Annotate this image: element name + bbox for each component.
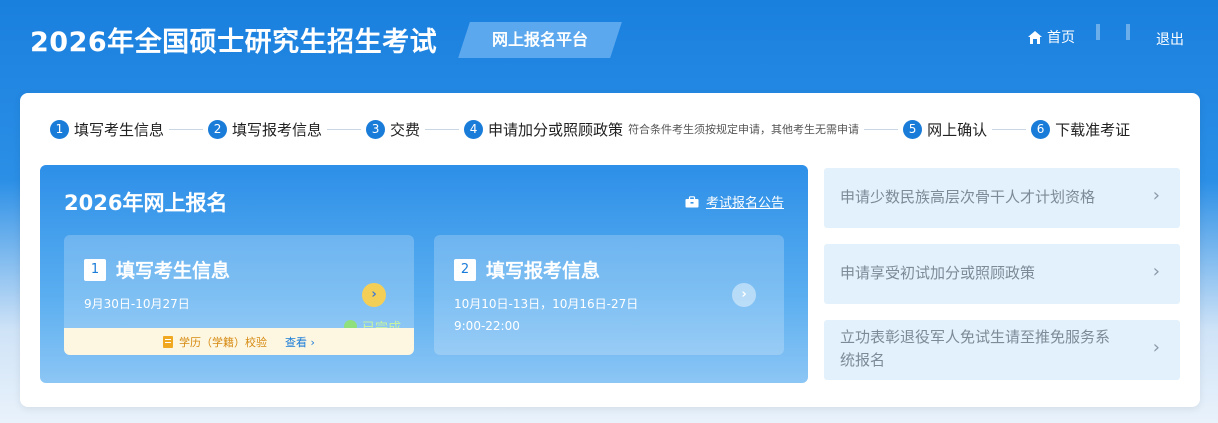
nav-divider xyxy=(1096,24,1100,40)
home-link-label: 首页 xyxy=(1047,30,1075,46)
home-icon xyxy=(1028,30,1042,44)
step-label: 填写考生信息 xyxy=(74,120,165,139)
card-dates: 9月30日-10月27日 xyxy=(84,297,190,311)
chevron-right-icon[interactable]: › xyxy=(732,283,756,307)
notice-link[interactable]: 考试报名公告 xyxy=(685,192,784,211)
registration-panel: 2026年网上报名 考试报名公告 1 填写考生信息 9月30日-10月27日 ›… xyxy=(40,165,808,383)
step-label: 填写报考信息 xyxy=(232,120,323,139)
progress-steps: 1 填写考生信息 2 填写报考信息 3 交费 4 申请加分或照顾政策 符合条件考… xyxy=(50,119,1130,139)
step-4: 4 申请加分或照顾政策 符合条件考生须按规定申请，其他考生无需申请 xyxy=(464,119,859,140)
document-icon xyxy=(163,335,174,348)
education-check-bar: 学历（学籍）校验 查看 › xyxy=(64,328,414,355)
step-3: 3 交费 xyxy=(366,119,420,140)
card-dates: 10月10日-13日，10月16日-27日 9:00-22:00 xyxy=(454,293,638,337)
step-number: 5 xyxy=(903,119,923,139)
side-item-bonus-policy[interactable]: 申请享受初试加分或照顾政策 › xyxy=(824,244,1180,304)
step-1: 1 填写考生信息 xyxy=(50,119,164,140)
side-item-veteran-exemption[interactable]: 立功表彰退役军人免试生请至推免服务系 统报名 › xyxy=(824,320,1180,380)
step-label: 下载准考证 xyxy=(1055,120,1131,139)
notice-link-label: 考试报名公告 xyxy=(705,196,784,211)
chevron-right-icon[interactable]: › xyxy=(362,283,386,307)
card-title: 填写报考信息 xyxy=(486,260,601,282)
side-item-label: 申请享受初试加分或照顾政策 xyxy=(840,264,1036,282)
step-label: 交费 xyxy=(390,120,421,139)
step-5: 5 网上确认 xyxy=(903,119,987,140)
chevron-right-icon: › xyxy=(1152,337,1160,358)
main-card: 1 填写考生信息 2 填写报考信息 3 交费 4 申请加分或照顾政策 符合条件考… xyxy=(20,93,1200,407)
side-item-label-line: 统报名 xyxy=(840,351,886,369)
step-label: 申请加分或照顾政策 xyxy=(488,120,624,139)
step-number: 4 xyxy=(464,119,484,139)
top-header: 2026年全国硕士研究生招生考试 网上报名平台 首页 退出 xyxy=(0,0,1218,80)
step-connector xyxy=(327,128,362,130)
platform-tag: 网上报名平台 xyxy=(458,22,622,58)
step-number: 6 xyxy=(1031,119,1051,139)
step-6: 6 下载准考证 xyxy=(1031,119,1130,140)
view-link[interactable]: 查看 › xyxy=(285,334,315,350)
step-connector xyxy=(425,128,460,130)
nav-divider xyxy=(1126,24,1130,40)
step-number: 2 xyxy=(208,119,228,139)
card-time-range: 9:00-22:00 xyxy=(454,319,520,333)
card-number: 2 xyxy=(454,259,476,281)
site-title: 2026年全国硕士研究生招生考试 xyxy=(30,27,438,58)
step-number: 1 xyxy=(50,119,69,139)
view-link-label: 查看 xyxy=(285,335,308,349)
card-date-range: 10月10日-13日，10月16日-27日 xyxy=(454,297,639,311)
step-connector xyxy=(864,128,899,130)
step-connector xyxy=(169,128,204,130)
card-title: 填写考生信息 xyxy=(116,260,231,282)
chevron-right-icon: › xyxy=(1152,185,1160,206)
side-item-minority-talent[interactable]: 申请少数民族高层次骨干人才计划资格 › xyxy=(824,168,1180,228)
briefcase-icon xyxy=(685,195,699,207)
side-item-label-line: 立功表彰退役军人免试生请至推免服务系 xyxy=(840,328,1111,346)
logout-link[interactable]: 退出 xyxy=(1156,29,1184,49)
side-item-label: 立功表彰退役军人免试生请至推免服务系 统报名 xyxy=(840,326,1110,372)
card-number: 1 xyxy=(84,259,106,281)
step-connector xyxy=(992,128,1027,130)
step-number: 3 xyxy=(366,119,386,139)
step-card-application-info[interactable]: 2 填写报考信息 10月10日-13日，10月16日-27日 9:00-22:0… xyxy=(434,235,784,355)
step-2: 2 填写报考信息 xyxy=(208,119,322,140)
chevron-right-icon: › xyxy=(1152,261,1160,282)
step-note: 符合条件考生须按规定申请，其他考生无需申请 xyxy=(628,123,860,136)
side-item-label: 申请少数民族高层次骨干人才计划资格 xyxy=(840,188,1096,206)
panel-title: 2026年网上报名 xyxy=(64,191,228,215)
home-link[interactable]: 首页 xyxy=(1027,27,1075,47)
step-card-student-info[interactable]: 1 填写考生信息 9月30日-10月27日 › 已完成 学历（学籍）校验 查看 … xyxy=(64,235,414,355)
step-label: 网上确认 xyxy=(927,120,988,139)
platform-tag-label: 网上报名平台 xyxy=(491,30,588,49)
education-check-label: 学历（学籍）校验 xyxy=(179,335,268,349)
